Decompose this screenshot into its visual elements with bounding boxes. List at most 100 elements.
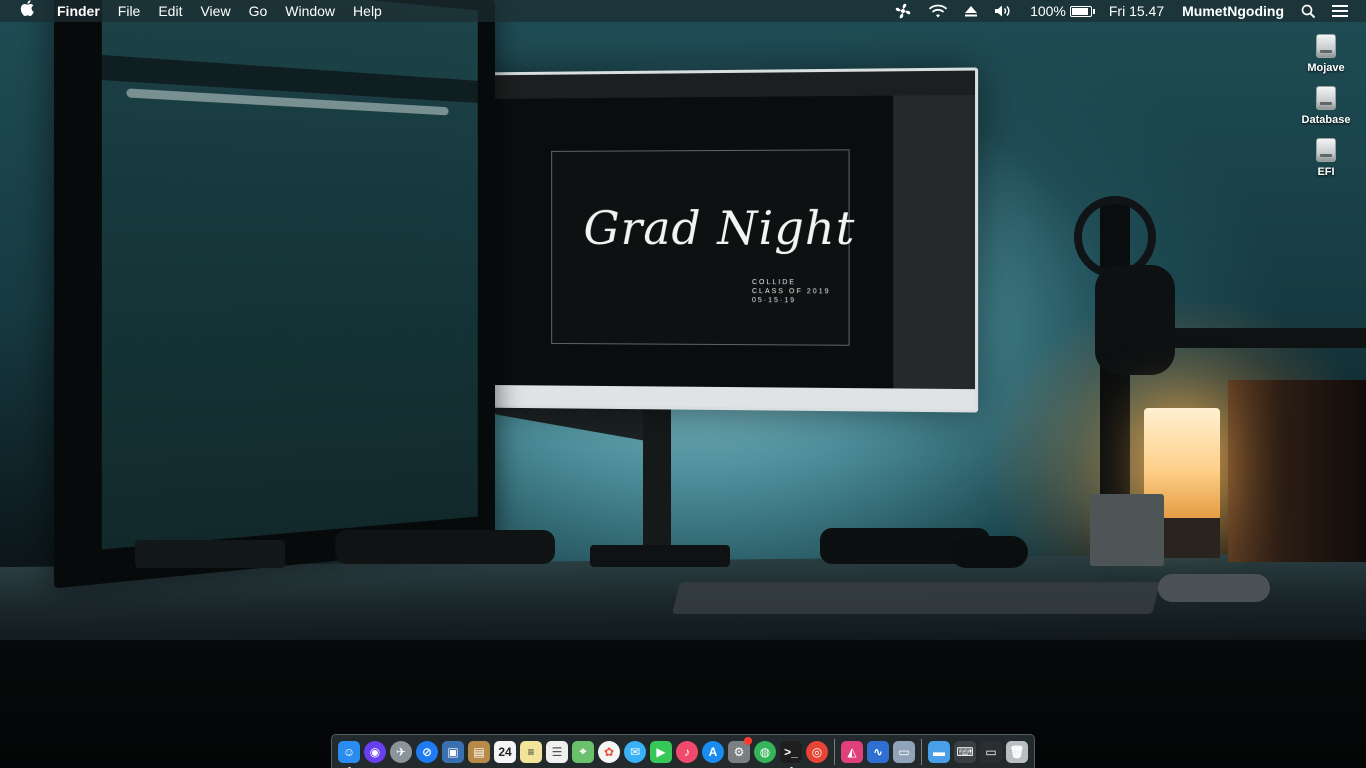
facetime-icon: ▶ <box>650 740 672 763</box>
dock-app-finder[interactable]: ☺ <box>336 739 362 768</box>
wallpaper-subtext-line2: CLASS OF 2019 <box>751 288 831 296</box>
wallpaper-left-monitor <box>54 0 496 589</box>
xscope-icon: ◭ <box>841 740 863 763</box>
wallpaper-monitor-base <box>590 545 730 567</box>
menu-user[interactable]: MumetNgoding <box>1173 0 1293 22</box>
wallpaper-monitor-chin <box>479 384 976 410</box>
dock-app-itunes[interactable]: ♪ <box>674 739 700 765</box>
itunes-icon: ♪ <box>676 740 698 763</box>
wallpaper-left-screen <box>101 0 478 550</box>
wifi-glyph <box>928 4 948 17</box>
hard-drive-icon <box>1316 138 1336 162</box>
search-glyph <box>1301 4 1316 18</box>
menu-window[interactable]: Window <box>276 0 344 22</box>
volume-icon[interactable] <box>986 0 1022 22</box>
wallpaper-keyboard <box>672 582 1160 614</box>
dock-app-system-preferences[interactable]: ⚙ <box>726 736 752 765</box>
desktop-icons: Mojave Database EFI <box>1286 34 1366 190</box>
spotlight-search-icon[interactable] <box>1293 0 1324 22</box>
notification-center-icon[interactable] <box>1324 0 1356 22</box>
dock-app-messages[interactable]: ✉ <box>622 739 648 765</box>
trash-icon: 🗑 <box>1006 740 1028 763</box>
wallpaper-pen-cup <box>1090 494 1164 566</box>
wallpaper-mouse <box>1158 574 1270 602</box>
reminders-icon: ☰ <box>546 740 568 763</box>
menu-go[interactable]: Go <box>240 0 277 22</box>
volume-glyph <box>995 5 1010 17</box>
dock-app-keyboard-viewer[interactable]: ⌨ <box>952 739 978 765</box>
desktop-icon-database[interactable]: Database <box>1286 86 1366 126</box>
dock-app-calendar[interactable]: 24 <box>492 739 518 765</box>
dock-app-app-store[interactable]: A <box>700 739 726 765</box>
dock-app-trash[interactable]: 🗑 <box>1004 739 1030 765</box>
dock-separator <box>921 738 922 765</box>
dock-app-xscope[interactable]: ◭ <box>839 739 865 765</box>
desktop-icon-label: Database <box>1301 114 1351 126</box>
dock-app-reminders[interactable]: ☰ <box>544 739 570 765</box>
fan-glyph <box>895 3 911 19</box>
dock-app-launchpad[interactable]: ✈ <box>388 739 414 765</box>
menu-edit[interactable]: Edit <box>149 0 191 22</box>
apple-logo-glyph <box>20 0 34 16</box>
apple-icon[interactable] <box>0 0 48 23</box>
calendar-icon: 24 <box>494 740 516 763</box>
screen-icon: ▭ <box>980 740 1002 763</box>
menu-file[interactable]: File <box>109 0 150 22</box>
dock-app-screen[interactable]: ▭ <box>978 739 1004 765</box>
dock-app-activity-monitor[interactable]: ∿ <box>865 739 891 765</box>
dock-app-siri[interactable]: ◉ <box>362 739 388 765</box>
maps-icon: ⌖ <box>572 740 594 763</box>
wallpaper-headline: Grad Night <box>583 200 856 256</box>
dock-app-preview[interactable]: ▣ <box>440 739 466 765</box>
launchpad-icon: ✈ <box>390 740 412 763</box>
keyboard-viewer-icon: ⌨ <box>954 740 976 763</box>
fan-icon[interactable] <box>886 0 920 22</box>
dock-app-image-viewer[interactable]: ▭ <box>891 739 917 765</box>
dock-app-photos[interactable]: ✿ <box>596 739 622 765</box>
menu-clock[interactable]: Fri 15.47 <box>1100 0 1173 22</box>
menu-view[interactable]: View <box>191 0 239 22</box>
hard-drive-icon <box>1316 34 1336 58</box>
desktop-icon-efi[interactable]: EFI <box>1286 138 1366 178</box>
eject-icon[interactable] <box>956 0 986 22</box>
dock-separator <box>834 738 835 765</box>
dock-app-chrome[interactable]: ◎ <box>804 739 830 765</box>
dock-app-terminal[interactable]: >_ <box>778 739 804 768</box>
desktop-icon-label: EFI <box>1317 166 1335 178</box>
dock-app-downloads-folder[interactable]: ▬ <box>926 739 952 765</box>
notification-badge <box>744 736 752 745</box>
preview-icon: ▣ <box>442 740 464 763</box>
desktop-icon-mojave[interactable]: Mojave <box>1286 34 1366 74</box>
menu-bar: Finder File Edit View Go Window Help 100… <box>0 0 1366 22</box>
dock-app-facetime[interactable]: ▶ <box>648 739 674 765</box>
wallpaper-monitor-stand <box>643 400 671 555</box>
dock-app-maps[interactable]: ⌖ <box>570 739 596 765</box>
battery-percent: 100% <box>1030 3 1066 19</box>
dock-app-stats[interactable]: ◍ <box>752 739 778 765</box>
wifi-icon[interactable] <box>920 0 956 22</box>
chrome-icon: ◎ <box>806 740 828 763</box>
app-store-icon: A <box>702 740 724 763</box>
hard-drive-icon <box>1316 86 1336 110</box>
activity-monitor-icon: ∿ <box>867 740 889 763</box>
desktop-wallpaper: Grad Night COLLIDE CLASS OF 2019 05·15·1… <box>0 0 1366 768</box>
battery-status[interactable]: 100% <box>1022 0 1100 22</box>
messages-icon: ✉ <box>624 740 646 763</box>
desktop-icon-label: Mojave <box>1307 62 1345 74</box>
stats-icon: ◍ <box>754 740 776 763</box>
notes-icon: ≡ <box>520 740 542 763</box>
dock-app-notes[interactable]: ≡ <box>518 739 544 765</box>
menu-help[interactable]: Help <box>344 0 391 22</box>
menu-app-name[interactable]: Finder <box>48 0 109 22</box>
downloads-folder-icon: ▬ <box>928 740 950 763</box>
photos-icon: ✿ <box>598 740 620 763</box>
wallpaper-subtext-line3: 05·15·19 <box>751 297 797 305</box>
wallpaper-subtext-line1: COLLIDE <box>751 279 797 287</box>
wallpaper-left-stand <box>135 540 285 568</box>
terminal-icon: >_ <box>780 740 802 763</box>
dock: ☺ ◉ ✈ ⊘ ▣ ▤ 24 ≡ ☰ ⌖ ✿ ✉ ▶ ♪ A ⚙ ◍ >_ ◎ ◭ ∿ ▭ ▬ ⌨ ▭ 🗑 <box>331 734 1035 768</box>
image-viewer-icon: ▭ <box>893 740 915 763</box>
contacts-icon: ▤ <box>468 740 490 763</box>
dock-app-safari[interactable]: ⊘ <box>414 739 440 765</box>
dock-app-contacts[interactable]: ▤ <box>466 739 492 765</box>
